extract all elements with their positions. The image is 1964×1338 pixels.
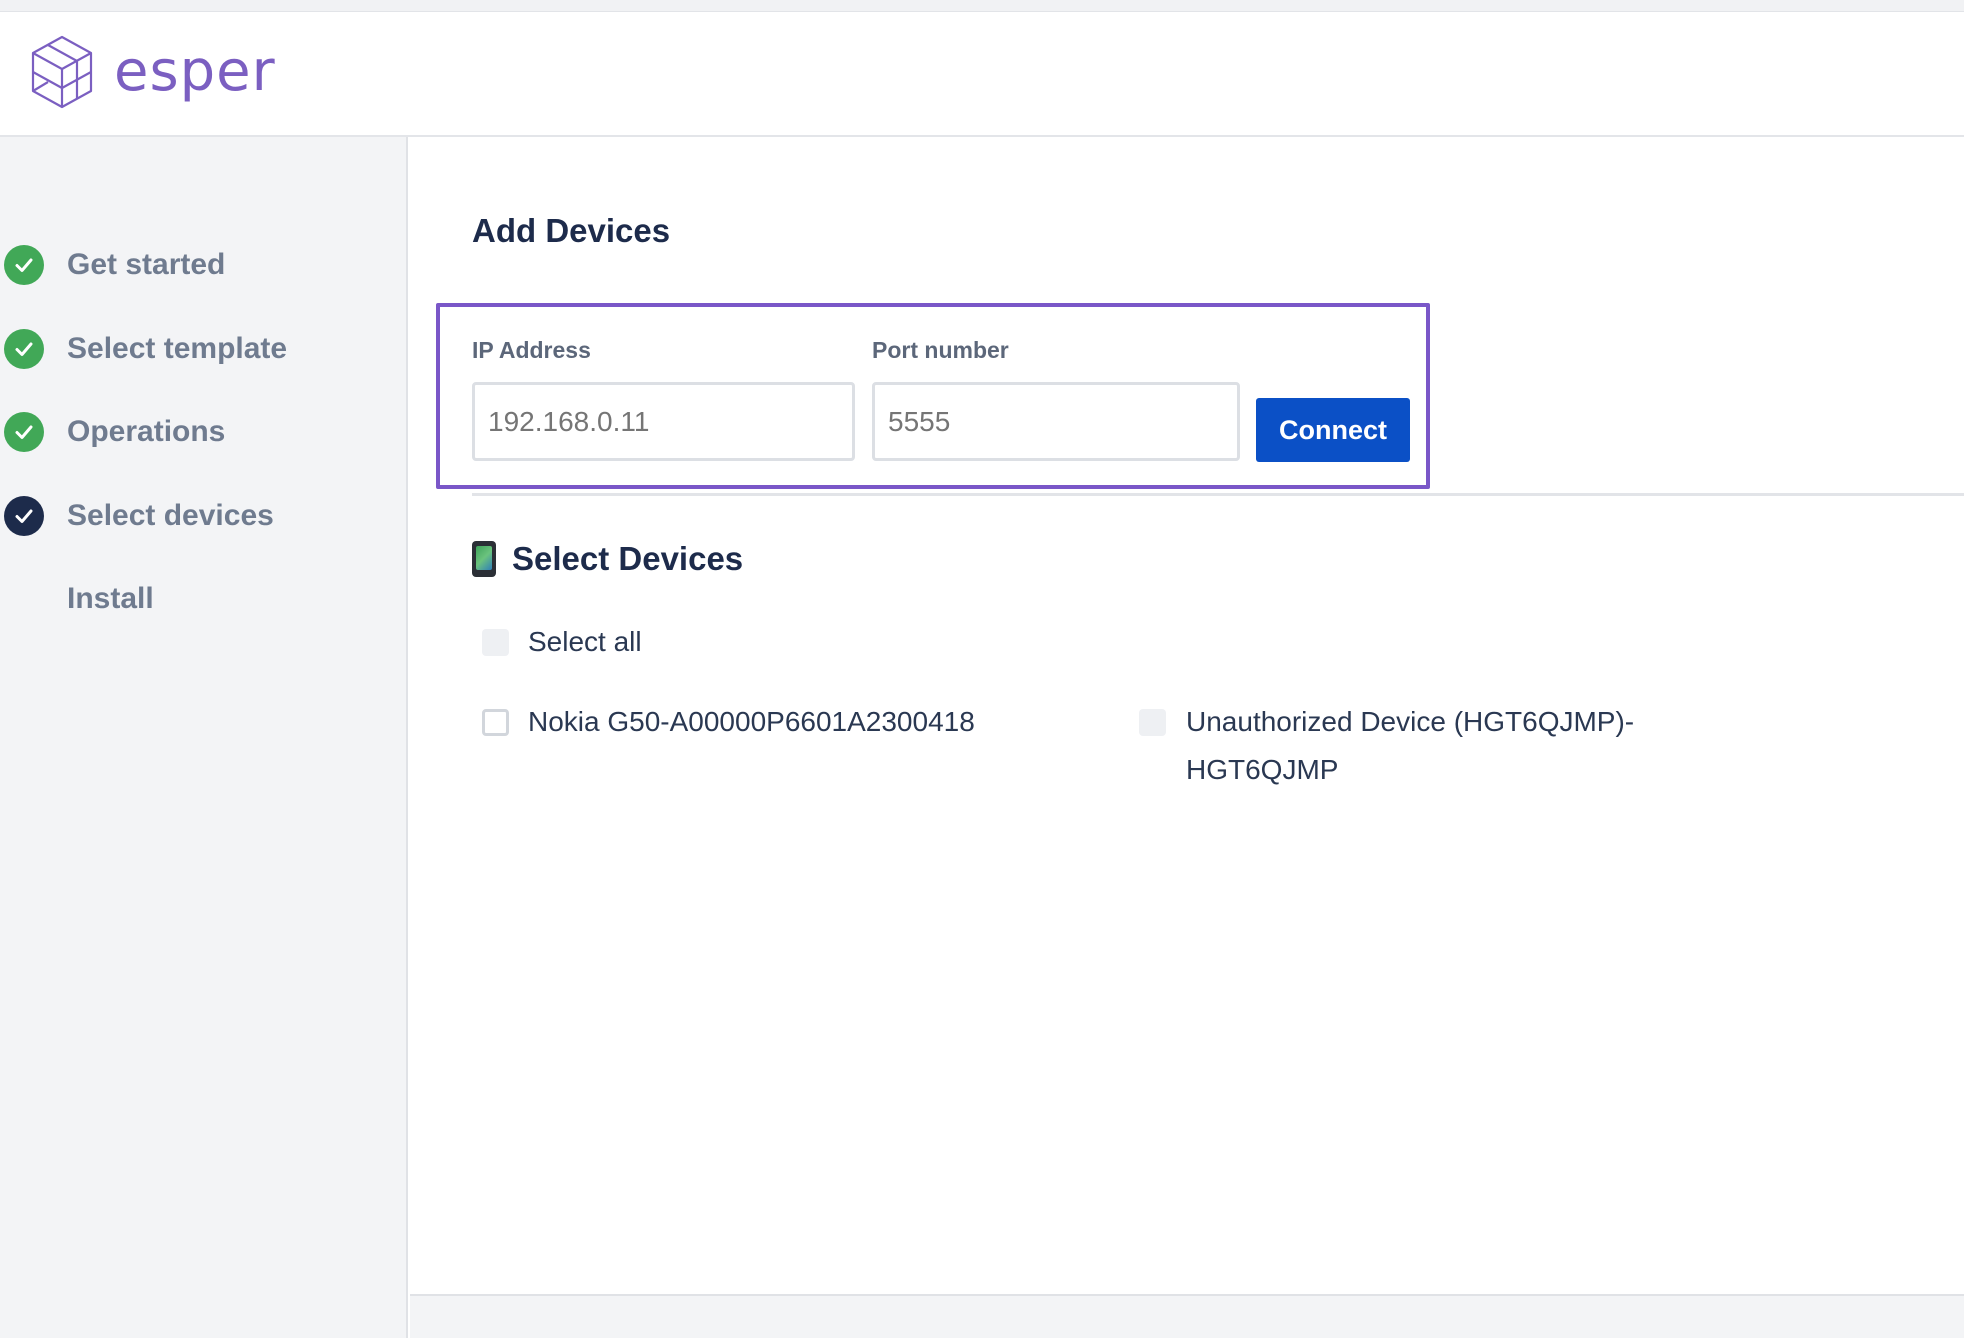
device-checkbox[interactable] bbox=[1139, 709, 1166, 736]
ip-address-input[interactable] bbox=[472, 382, 855, 461]
step-operations[interactable]: Operations bbox=[0, 409, 400, 455]
esper-logo[interactable]: esper bbox=[28, 34, 276, 110]
select-all-checkbox[interactable] bbox=[482, 629, 509, 656]
step-label: Get started bbox=[67, 248, 226, 281]
check-circle-icon bbox=[4, 329, 44, 369]
footer-bar bbox=[410, 1294, 1964, 1338]
wizard-sidebar: Get started Select template Operations S… bbox=[0, 137, 408, 1338]
ip-address-label: IP Address bbox=[472, 337, 591, 363]
add-devices-title: Add Devices bbox=[472, 212, 671, 249]
device-name: Unauthorized Device (HGT6QJMP)- bbox=[1186, 706, 1635, 737]
brand-name: esper bbox=[114, 39, 276, 104]
device-name-continued: HGT6QJMP bbox=[1186, 754, 1339, 785]
check-circle-icon bbox=[4, 412, 44, 452]
app-header: esper bbox=[0, 12, 1964, 137]
step-select-devices[interactable]: Select devices bbox=[0, 493, 400, 539]
esper-logo-icon bbox=[31, 35, 93, 109]
step-select-template[interactable]: Select template bbox=[0, 326, 400, 372]
select-all-label[interactable]: Select all bbox=[528, 618, 642, 666]
check-circle-icon bbox=[4, 245, 44, 285]
port-number-label: Port number bbox=[872, 337, 1009, 363]
step-label: Select template bbox=[67, 332, 288, 365]
select-devices-title: Select Devices bbox=[512, 540, 744, 577]
section-divider bbox=[472, 493, 1964, 496]
step-label: Install bbox=[67, 582, 154, 615]
device-name[interactable]: Nokia G50-A00000P6601A2300418 bbox=[528, 698, 975, 746]
port-number-input[interactable] bbox=[872, 382, 1240, 461]
connect-button[interactable]: Connect bbox=[1256, 398, 1410, 462]
step-install[interactable]: Install bbox=[0, 576, 400, 622]
device-checkbox[interactable] bbox=[482, 709, 509, 736]
check-circle-icon bbox=[4, 496, 44, 536]
mobile-phone-icon bbox=[472, 541, 496, 577]
step-label: Select devices bbox=[67, 499, 274, 532]
step-label: Operations bbox=[67, 415, 226, 448]
select-devices-heading: Select Devices bbox=[472, 540, 743, 578]
browser-top-strip bbox=[0, 0, 1964, 12]
step-get-started[interactable]: Get started bbox=[0, 242, 400, 288]
